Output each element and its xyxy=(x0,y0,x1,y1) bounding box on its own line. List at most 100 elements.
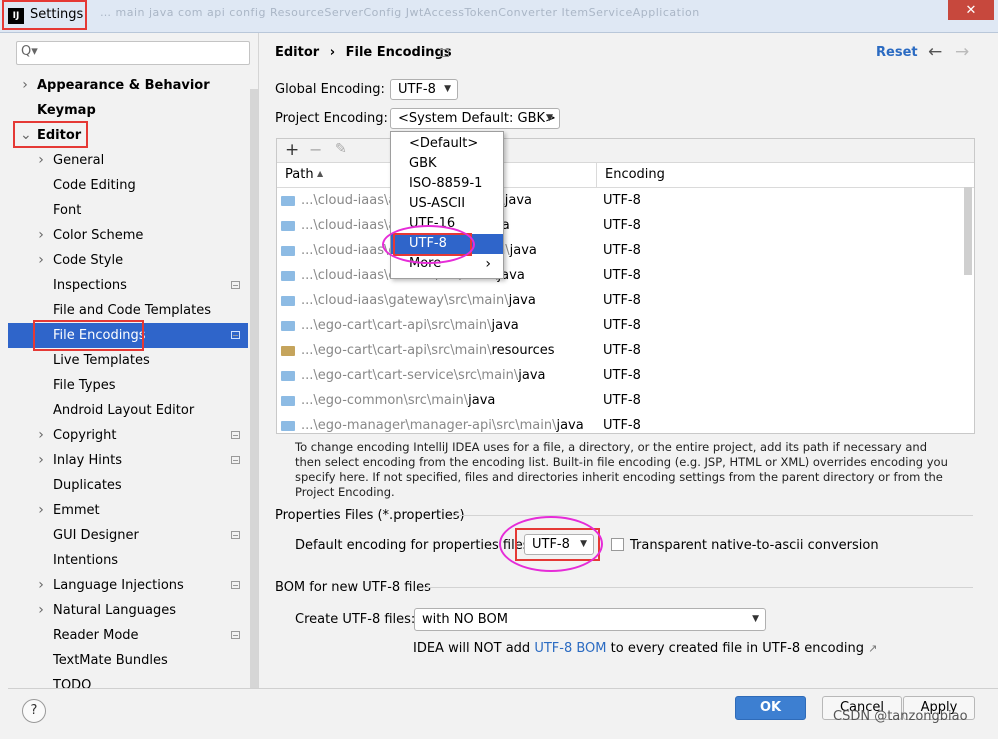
sidebar-item-file-types[interactable]: File Types xyxy=(8,373,248,398)
row-path: ...\ego-cart\cart-service\src\main\java xyxy=(301,363,546,388)
row-encoding[interactable]: UTF-8 xyxy=(603,213,641,238)
project-encoding-select[interactable]: <System Default: GBK> ▼ xyxy=(390,108,560,129)
background-editor-tabs: … main java com api config ResourceServe… xyxy=(100,6,700,19)
sidebar-item-label: Emmet xyxy=(53,503,100,518)
table-row[interactable]: ...\cloud-iaas\auth\src\main\javaUTF-8 xyxy=(277,213,963,238)
table-row[interactable]: ...\ego-cart\cart-api\src\main\resources… xyxy=(277,338,963,363)
row-encoding[interactable]: UTF-8 xyxy=(603,363,641,388)
sidebar-item-label: Inlay Hints xyxy=(53,453,122,468)
dropdown-option-gbk[interactable]: GBK xyxy=(391,154,503,174)
sidebar-item-gui-designer[interactable]: GUI Designer xyxy=(8,523,248,548)
edit-icon[interactable]: ✎ xyxy=(335,141,347,157)
table-row[interactable]: ...\ego-cart\cart-service\src\main\java U… xyxy=(277,363,963,388)
add-icon[interactable]: + xyxy=(285,140,299,160)
sidebar-item-label: Android Layout Editor xyxy=(53,403,195,418)
sidebar-item-copyright[interactable]: › Copyright xyxy=(8,423,248,448)
chevron-right-icon[interactable]: › xyxy=(36,598,46,623)
chevron-right-icon[interactable]: › xyxy=(36,498,46,523)
row-encoding[interactable]: UTF-8 xyxy=(603,388,641,413)
ok-button[interactable]: OK xyxy=(735,696,806,720)
bom-note-prefix: IDEA will NOT add xyxy=(413,641,531,656)
sidebar-item-inspections[interactable]: Inspections xyxy=(8,273,248,298)
help-button[interactable]: ? xyxy=(22,699,46,723)
sidebar-item-general[interactable]: › General xyxy=(8,148,248,173)
row-encoding[interactable]: UTF-8 xyxy=(603,313,641,338)
sidebar-item-duplicates[interactable]: Duplicates xyxy=(8,473,248,498)
dropdown-option-default[interactable]: <Default> xyxy=(391,134,503,154)
chevron-right-icon[interactable]: › xyxy=(36,448,46,473)
path-leaf: java xyxy=(504,193,533,208)
sidebar-item-inlay-hints[interactable]: › Inlay Hints xyxy=(8,448,248,473)
sidebar-item-label: Language Injections xyxy=(53,578,184,593)
table-row[interactable]: ...\cloud-iaas\account\src\main\javaUTF-… xyxy=(277,188,963,213)
sidebar-item-label: File Types xyxy=(53,378,116,393)
chevron-right-icon[interactable]: › xyxy=(36,223,46,248)
sidebar-item-label: Inspections xyxy=(53,278,127,293)
back-arrow-icon[interactable]: ← xyxy=(928,42,942,62)
properties-encoding-label: Default encoding for properties files: xyxy=(295,538,534,553)
column-encoding[interactable]: Encoding xyxy=(605,167,665,182)
sidebar-item-reader-mode[interactable]: Reader Mode xyxy=(8,623,248,648)
sidebar-item-label: Font xyxy=(53,203,82,218)
chevron-right-icon[interactable]: › xyxy=(36,248,46,273)
row-encoding[interactable]: UTF-8 xyxy=(603,413,641,433)
row-path: ...\ego-manager\manager-api\src\main\jav… xyxy=(301,413,584,433)
sidebar-item-label: Intentions xyxy=(53,553,119,568)
sidebar-item-keymap[interactable]: Keymap xyxy=(8,98,248,123)
table-row[interactable]: ...\ego-common\src\main\java UTF-8 xyxy=(277,388,963,413)
dropdown-option-label: GBK xyxy=(409,156,437,171)
row-encoding[interactable]: UTF-8 xyxy=(603,338,641,363)
column-path[interactable]: Path xyxy=(285,167,314,182)
properties-section-title: Properties Files (*.properties) xyxy=(275,508,465,523)
bom-select[interactable]: with NO BOM ▼ xyxy=(414,608,766,631)
sidebar-item-todo[interactable]: TODO xyxy=(8,673,248,688)
sidebar-item-language-injections[interactable]: › Language Injections xyxy=(8,573,248,598)
table-row[interactable]: ...\ego-manager\manager-api\src\main\jav… xyxy=(277,413,963,433)
dropdown-option-us-ascii[interactable]: US-ASCII xyxy=(391,194,503,214)
table-row[interactable]: ...\ego-cart\cart-api\src\main\java UTF-8 xyxy=(277,313,963,338)
row-encoding[interactable]: UTF-8 xyxy=(603,188,641,213)
path-leaf: java xyxy=(491,318,519,333)
global-encoding-label: Global Encoding: xyxy=(275,82,385,97)
sidebar-item-code-editing[interactable]: Code Editing xyxy=(8,173,248,198)
chevron-right-icon: › xyxy=(485,256,491,272)
sidebar-item-android-layout-editor[interactable]: Android Layout Editor xyxy=(8,398,248,423)
sidebar-item-appearance-behavior[interactable]: › Appearance & Behavior xyxy=(8,73,248,98)
sidebar-item-live-templates[interactable]: Live Templates xyxy=(8,348,248,373)
dropdown-option-label: ISO-8859-1 xyxy=(409,176,483,191)
sidebar-item-font[interactable]: Font xyxy=(8,198,248,223)
native-to-ascii-checkbox[interactable] xyxy=(611,538,624,551)
forward-arrow-icon[interactable]: → xyxy=(955,42,969,62)
watermark: CSDN @tanzongbiao xyxy=(833,709,968,724)
sidebar-item-color-scheme[interactable]: › Color Scheme xyxy=(8,223,248,248)
chevron-right-icon[interactable]: › xyxy=(36,573,46,598)
row-encoding[interactable]: UTF-8 xyxy=(603,238,641,263)
search-input[interactable]: Q▾ xyxy=(16,41,250,65)
table-row[interactable]: ...\cloud-iaas\eureka\src\main\javaUTF-8 xyxy=(277,263,963,288)
table-row[interactable]: ...\cloud-iaas\gateway\src\main\java UTF-… xyxy=(277,288,963,313)
sort-ascending-icon: ▲ xyxy=(317,169,324,178)
chevron-right-icon[interactable]: › xyxy=(20,73,30,98)
chevron-right-icon[interactable]: › xyxy=(36,148,46,173)
window-close-button[interactable]: ✕ xyxy=(948,0,994,20)
sidebar-item-natural-languages[interactable]: › Natural Languages xyxy=(8,598,248,623)
row-encoding[interactable]: UTF-8 xyxy=(603,288,641,313)
utf8-bom-link[interactable]: UTF-8 BOM xyxy=(534,641,606,656)
sidebar-item-label: Code Style xyxy=(53,253,124,268)
sidebar-item-label: Reader Mode xyxy=(53,628,139,643)
reset-link[interactable]: Reset xyxy=(876,45,918,60)
chevron-right-icon[interactable]: › xyxy=(36,423,46,448)
remove-icon[interactable]: − xyxy=(309,140,322,159)
sidebar-scrollbar[interactable] xyxy=(250,89,258,688)
table-scrollbar[interactable] xyxy=(964,187,972,275)
external-link-icon: ↗ xyxy=(868,642,878,655)
global-encoding-select[interactable]: UTF-8 ▼ xyxy=(390,79,458,100)
native-to-ascii-label: Transparent native-to-ascii conversion xyxy=(630,538,879,553)
dropdown-option-iso-8859-1[interactable]: ISO-8859-1 xyxy=(391,174,503,194)
sidebar-item-code-style[interactable]: › Code Style xyxy=(8,248,248,273)
table-row[interactable]: ...\cloud-iaas\common\src\main\javaUTF-8 xyxy=(277,238,963,263)
sidebar-item-intentions[interactable]: Intentions xyxy=(8,548,248,573)
sidebar-item-textmate-bundles[interactable]: TextMate Bundles xyxy=(8,648,248,673)
sidebar-item-emmet[interactable]: › Emmet xyxy=(8,498,248,523)
row-encoding[interactable]: UTF-8 xyxy=(603,263,641,288)
